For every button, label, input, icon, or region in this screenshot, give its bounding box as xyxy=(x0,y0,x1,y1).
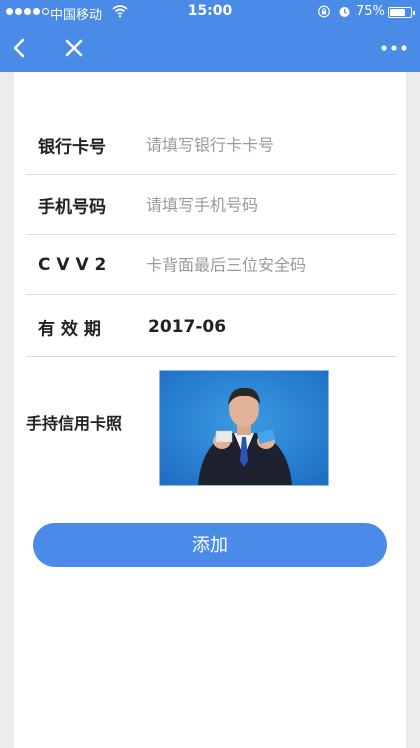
more-button[interactable] xyxy=(378,34,410,62)
photo-label: 手持信用卡照 xyxy=(26,414,123,433)
battery-percentage: 75% xyxy=(356,4,385,19)
expiry-row: 有 效 期 2017-06 xyxy=(26,298,396,357)
cvv-label: C V V 2 xyxy=(38,255,107,275)
form-card: 银行卡号 手机号码 C V V 2 有 效 期 2017-06 手持信用卡照 xyxy=(14,72,406,748)
card-number-row: 银行卡号 xyxy=(26,116,396,175)
nav-bar xyxy=(0,24,420,72)
expiry-value[interactable]: 2017-06 xyxy=(148,317,226,337)
add-button[interactable]: 添加 xyxy=(33,523,387,567)
more-dots-icon xyxy=(381,45,407,51)
rotation-lock-icon xyxy=(318,5,330,18)
battery-icon xyxy=(388,7,415,18)
cvv-row: C V V 2 xyxy=(26,236,396,295)
card-number-label: 银行卡号 xyxy=(38,137,106,158)
header: 中国移动 15:00 75% xyxy=(0,0,420,72)
close-button[interactable] xyxy=(58,32,90,64)
expiry-label: 有 效 期 xyxy=(38,319,101,340)
phone-row: 手机号码 xyxy=(26,176,396,235)
status-bar: 中国移动 15:00 75% xyxy=(0,0,420,24)
person-holding-card-image xyxy=(160,371,328,485)
card-number-input[interactable] xyxy=(146,135,386,155)
cvv-input[interactable] xyxy=(146,255,386,275)
close-icon xyxy=(65,39,83,57)
back-button[interactable] xyxy=(4,32,36,64)
card-photo-upload[interactable] xyxy=(159,370,329,486)
phone-screen: 中国移动 15:00 75% 银行卡号 请填写银行卡卡号 手机号码 请填写手机号… xyxy=(0,0,420,748)
phone-label: 手机号码 xyxy=(38,197,106,218)
phone-input[interactable] xyxy=(146,195,386,215)
alarm-icon xyxy=(339,7,350,17)
chevron-left-icon xyxy=(13,38,25,58)
